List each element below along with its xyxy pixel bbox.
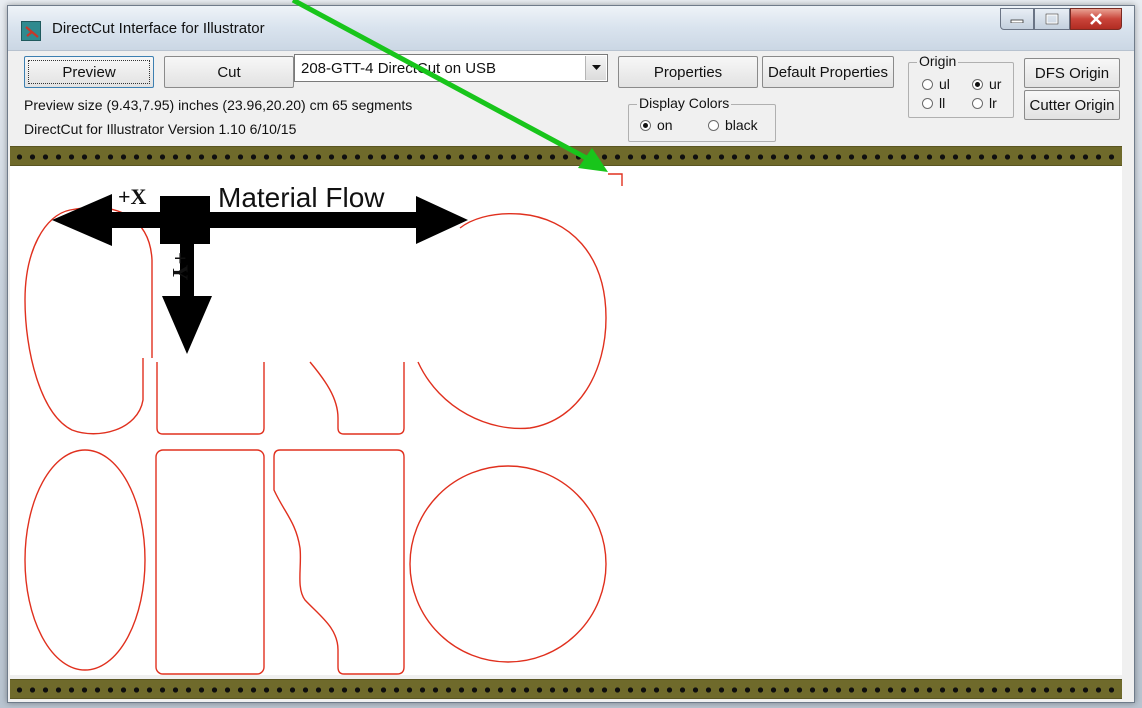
app-icon [21,21,41,41]
title-bar[interactable]: DirectCut Interface for Illustrator [8,6,1134,51]
window-title: DirectCut Interface for Illustrator [52,20,265,37]
properties-button[interactable]: Properties [618,56,758,88]
window-controls [1000,8,1122,32]
close-button[interactable] [1070,8,1122,30]
preview-canvas[interactable] [10,166,1122,675]
preview-size-text: Preview size (9.43,7.95) inches (23.96,2… [24,97,413,113]
origin-ll-radio[interactable]: ll [922,95,945,111]
maximize-button[interactable] [1034,8,1070,30]
y-axis-label: +Y [168,252,193,281]
origin-lr-radio[interactable]: lr [972,95,997,111]
cutter-origin-button[interactable]: Cutter Origin [1024,90,1120,120]
display-colors-on-radio[interactable]: on [640,117,673,133]
origin-ul-radio[interactable]: ul [922,76,950,92]
display-colors-black-radio[interactable]: black [708,117,758,133]
preview-button[interactable]: Preview [24,56,154,88]
device-select[interactable]: 208-GTT-4 DirectCut on USB [294,54,608,82]
minimize-button[interactable] [1000,8,1034,30]
dfs-origin-button[interactable]: DFS Origin [1024,58,1120,88]
material-flow-label: Material Flow [218,182,385,213]
device-select-value: 208-GTT-4 DirectCut on USB [301,60,497,77]
display-colors-label: Display Colors [637,95,732,111]
dropdown-arrow-icon[interactable] [585,56,606,80]
default-properties-button[interactable]: Default Properties [762,56,894,88]
close-icon [1090,13,1102,25]
material-track-top [10,146,1122,166]
maximize-icon [1045,13,1059,25]
origin-label: Origin [917,53,959,69]
minimize-icon [1010,19,1024,23]
origin-ur-radio[interactable]: ur [972,76,1001,92]
cut-button[interactable]: Cut [164,56,294,88]
x-axis-label: +X [118,184,147,209]
version-text: DirectCut for Illustrator Version 1.10 6… [24,121,297,137]
material-track-bottom [10,679,1122,699]
